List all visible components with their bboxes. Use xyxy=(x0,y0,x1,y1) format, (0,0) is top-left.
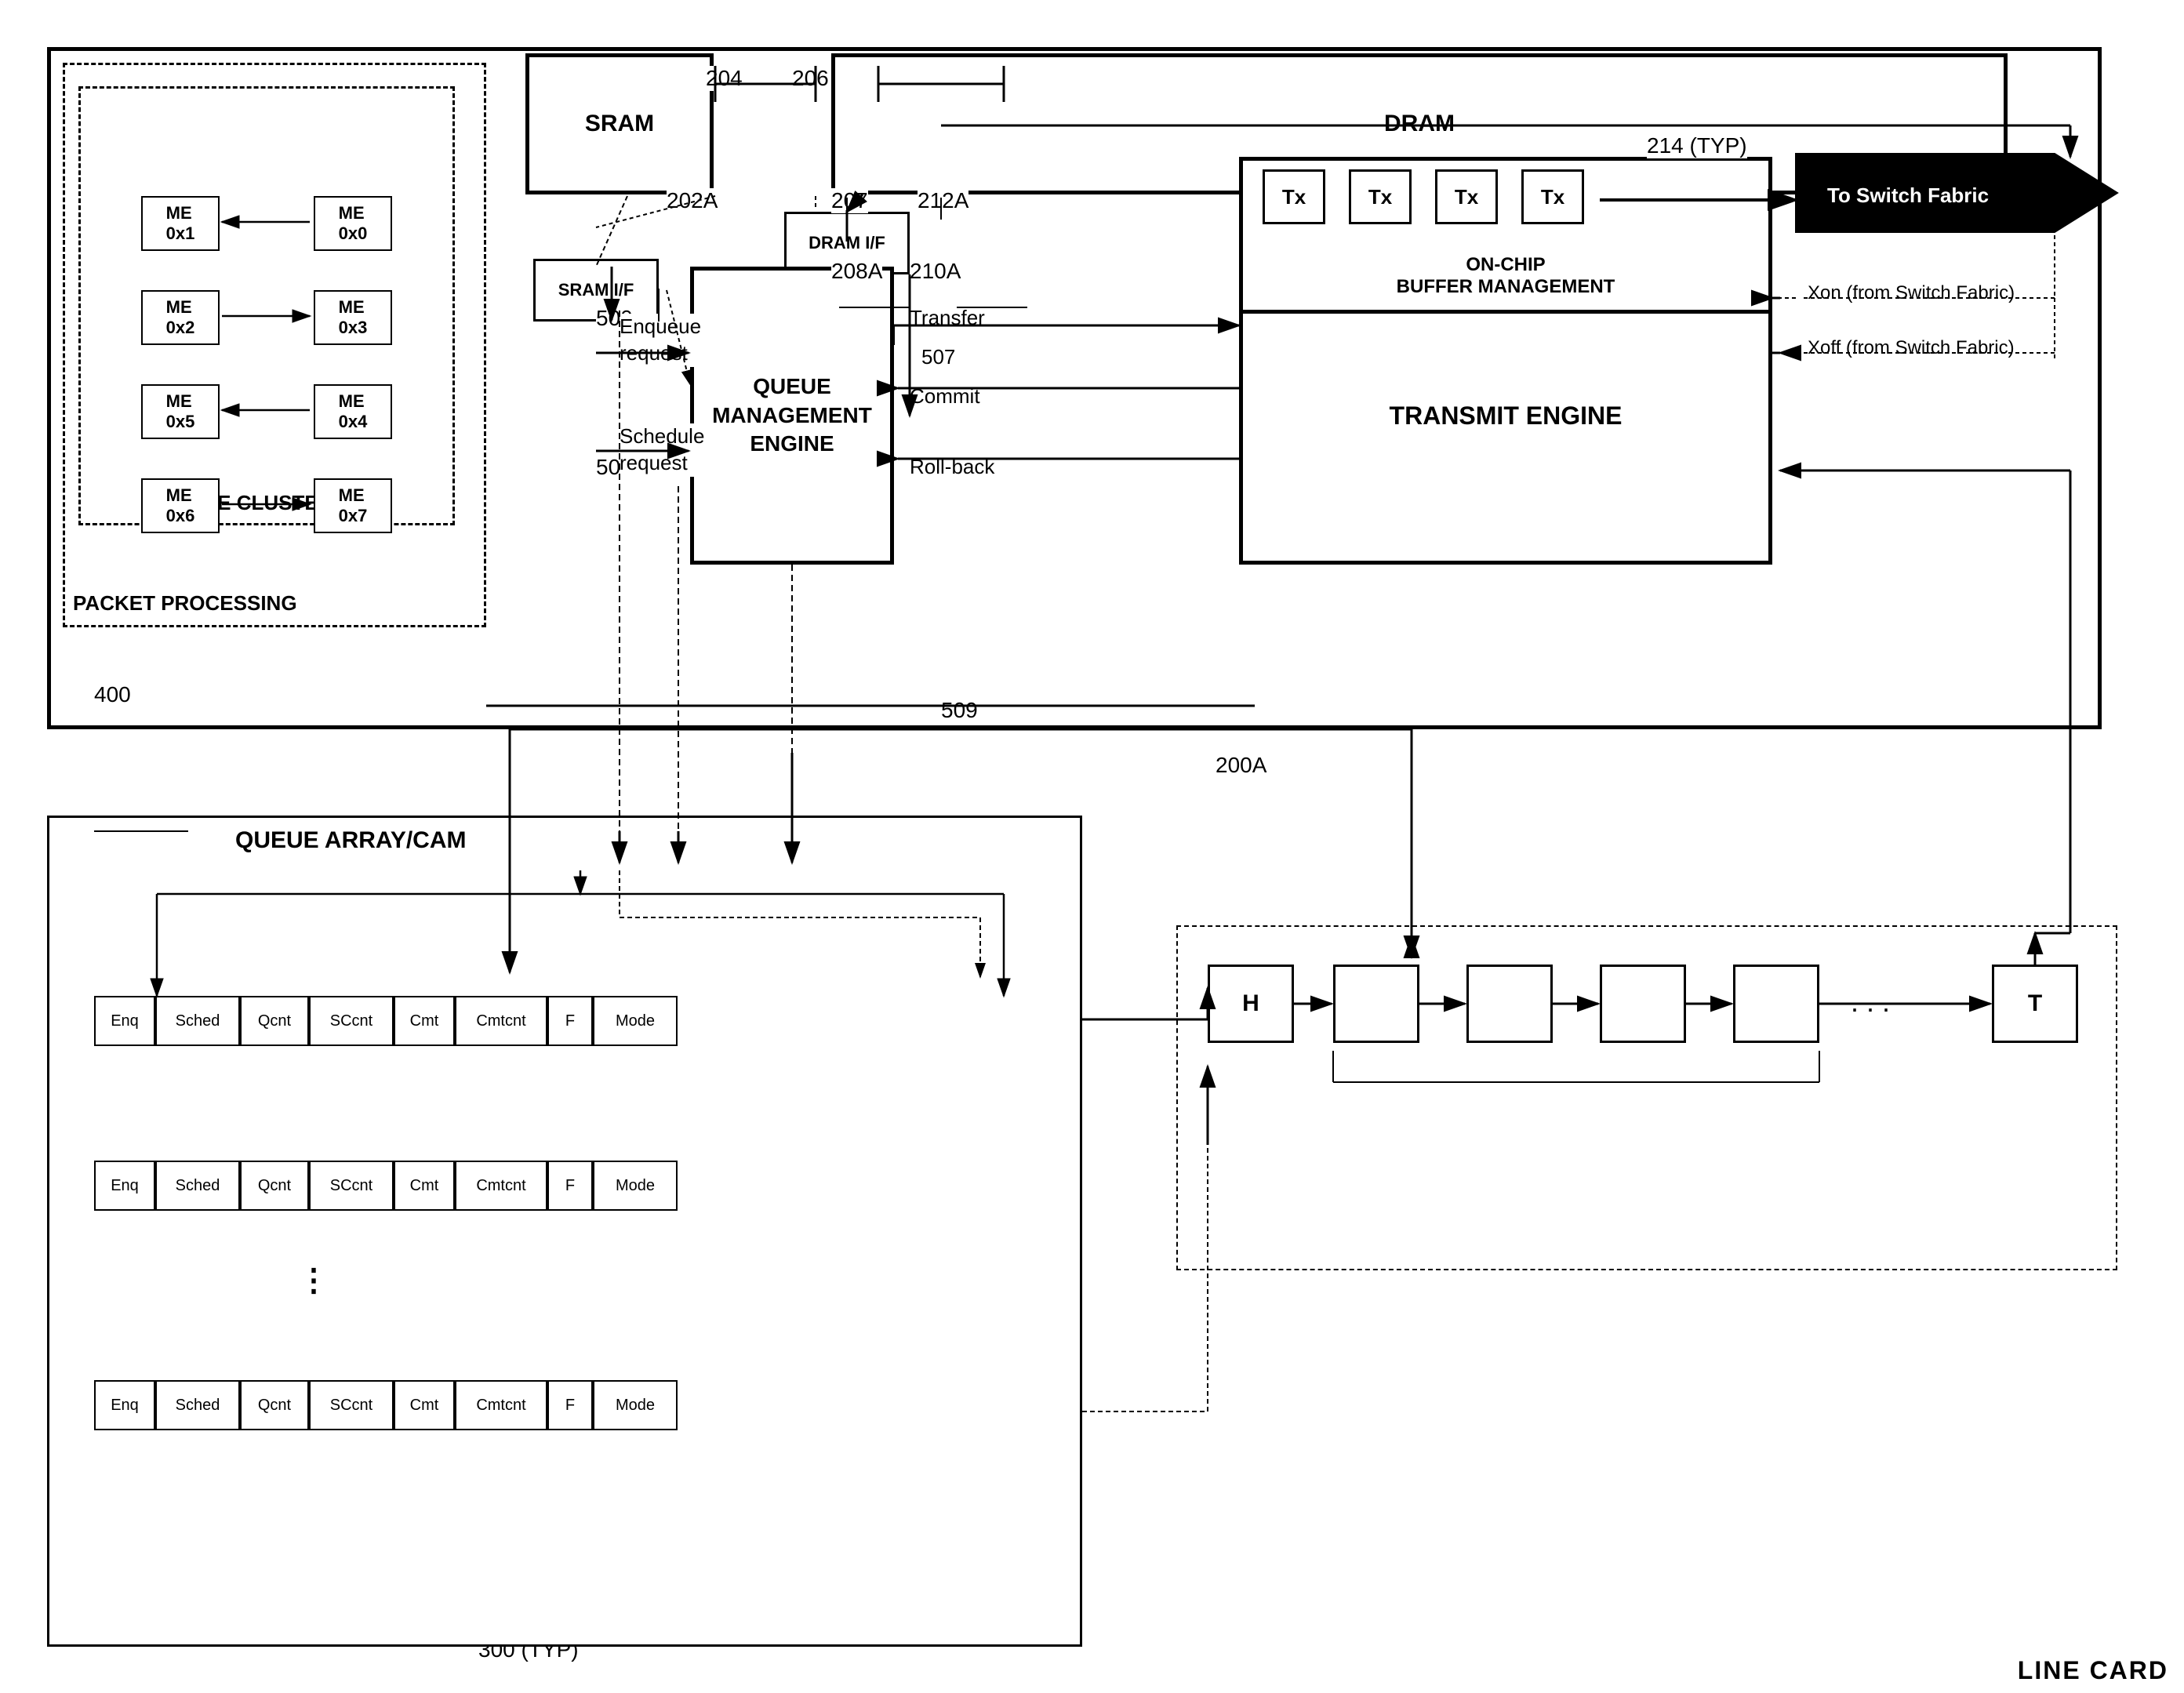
enqueue-label: Enqueuerequest xyxy=(620,314,701,367)
ref-212A: 212A xyxy=(918,188,968,213)
qme-box: QUEUE MANAGEMENT ENGINE xyxy=(690,267,894,565)
me-box-0x3: ME0x3 xyxy=(314,290,392,345)
transfer-label: Transfer xyxy=(910,306,985,330)
cell-scnt-2: SCcnt xyxy=(309,1161,394,1211)
ref-204: 204 xyxy=(706,66,743,91)
xoff-label: Xoff (from Switch Fabric) xyxy=(1808,337,2015,359)
cell-sched-1: Sched xyxy=(155,996,240,1046)
dram-label: DRAM xyxy=(1384,111,1455,137)
cell-enq-2: Enq xyxy=(94,1161,155,1211)
me-box-0x5: ME0x5 xyxy=(141,384,220,439)
schedule-label: Schedulerequest xyxy=(620,423,704,477)
cell-sched-3: Sched xyxy=(155,1380,240,1430)
queue-array-box xyxy=(47,816,1082,1647)
me-cluster-box: ME CLUSTER xyxy=(78,86,455,525)
cell-qcnt-2: Qcnt xyxy=(240,1161,309,1211)
ref-210A: 210A xyxy=(910,259,961,284)
xon-label: Xon (from Switch Fabric) xyxy=(1808,282,2015,304)
cell-cmtcnt-3: Cmtcnt xyxy=(455,1380,547,1430)
qme-label: QUEUE MANAGEMENT ENGINE xyxy=(712,372,872,458)
tx-box-2: Tx xyxy=(1349,169,1412,224)
me-box-0x0: ME0x0 xyxy=(314,196,392,251)
me-box-0x2: ME0x2 xyxy=(141,290,220,345)
line-card-label: LINE CARD xyxy=(2018,1656,2168,1685)
packet-h-node: H xyxy=(1208,965,1294,1043)
cell-mode-1: Mode xyxy=(593,996,678,1046)
packet-node-4 xyxy=(1733,965,1819,1043)
packet-processing-label: PACKET PROCESSING xyxy=(73,591,297,616)
ellipsis: ⋮ xyxy=(298,1262,329,1299)
ref-200A: 200A xyxy=(1216,753,1266,778)
packet-node-3 xyxy=(1600,965,1686,1043)
ref-206: 206 xyxy=(792,66,829,91)
sram-label: SRAM xyxy=(585,111,654,137)
cell-enq-1: Enq xyxy=(94,996,155,1046)
queue-row-3: Enq Sched Qcnt SCcnt Cmt Cmtcnt F Mode xyxy=(94,1380,678,1430)
queue-row-2: Enq Sched Qcnt SCcnt Cmt Cmtcnt F Mode xyxy=(94,1161,678,1211)
ref-214: 214 (TYP) xyxy=(1647,133,1747,158)
tx-box-1: Tx xyxy=(1263,169,1325,224)
ref-507: 507 xyxy=(921,345,955,369)
cell-qcnt-1: Qcnt xyxy=(240,996,309,1046)
cell-f-2: F xyxy=(547,1161,593,1211)
tx-box-4: Tx xyxy=(1521,169,1584,224)
cell-f-3: F xyxy=(547,1380,593,1430)
cell-scnt-3: SCcnt xyxy=(309,1380,394,1430)
cell-sched-2: Sched xyxy=(155,1161,240,1211)
packet-node-2 xyxy=(1466,965,1553,1043)
commit-label: Commit xyxy=(910,384,980,409)
me-box-0x4: ME0x4 xyxy=(314,384,392,439)
cell-scnt-1: SCcnt xyxy=(309,996,394,1046)
tx-box-3: Tx xyxy=(1435,169,1498,224)
ref-208A: 208A xyxy=(831,259,882,284)
transmit-engine-label: TRANSMIT ENGINE xyxy=(1390,398,1623,434)
sram-box: SRAM xyxy=(525,53,714,194)
diagram: LINE CARD SRAM DRAM PACKET PROCESSING ME… xyxy=(0,0,2184,1693)
cell-cmt-1: Cmt xyxy=(394,996,455,1046)
to-switch-fabric-label: To Switch Fabric xyxy=(1796,171,1970,196)
cell-cmtcnt-1: Cmtcnt xyxy=(455,996,547,1046)
queue-array-label: QUEUE ARRAY/CAM xyxy=(235,827,466,854)
packet-t-node: T xyxy=(1992,965,2078,1043)
ref-509: 509 xyxy=(941,698,978,723)
sram-if-label: SRAM I/F xyxy=(558,280,634,300)
cell-mode-2: Mode xyxy=(593,1161,678,1211)
me-box-0x7: ME0x7 xyxy=(314,478,392,533)
queue-row-1: Enq Sched Qcnt SCcnt Cmt Cmtcnt F Mode xyxy=(94,996,678,1046)
dram-if-label: DRAM I/F xyxy=(809,233,885,253)
me-box-0x6: ME0x6 xyxy=(141,478,220,533)
cell-mode-3: Mode xyxy=(593,1380,678,1430)
ref-202A: 202A xyxy=(667,188,718,213)
ref-207: 207 xyxy=(831,188,868,213)
cell-cmtcnt-2: Cmtcnt xyxy=(455,1161,547,1211)
cell-enq-3: Enq xyxy=(94,1380,155,1430)
rollback-label: Roll-back xyxy=(910,455,994,479)
ref-400: 400 xyxy=(94,682,131,707)
cell-cmt-2: Cmt xyxy=(394,1161,455,1211)
me-box-0x1: ME0x1 xyxy=(141,196,220,251)
ocbm-label: ON-CHIP BUFFER MANAGEMENT xyxy=(1397,254,1615,298)
cell-qcnt-3: Qcnt xyxy=(240,1380,309,1430)
cell-cmt-3: Cmt xyxy=(394,1380,455,1430)
cell-f-1: F xyxy=(547,996,593,1046)
packet-node-1 xyxy=(1333,965,1419,1043)
